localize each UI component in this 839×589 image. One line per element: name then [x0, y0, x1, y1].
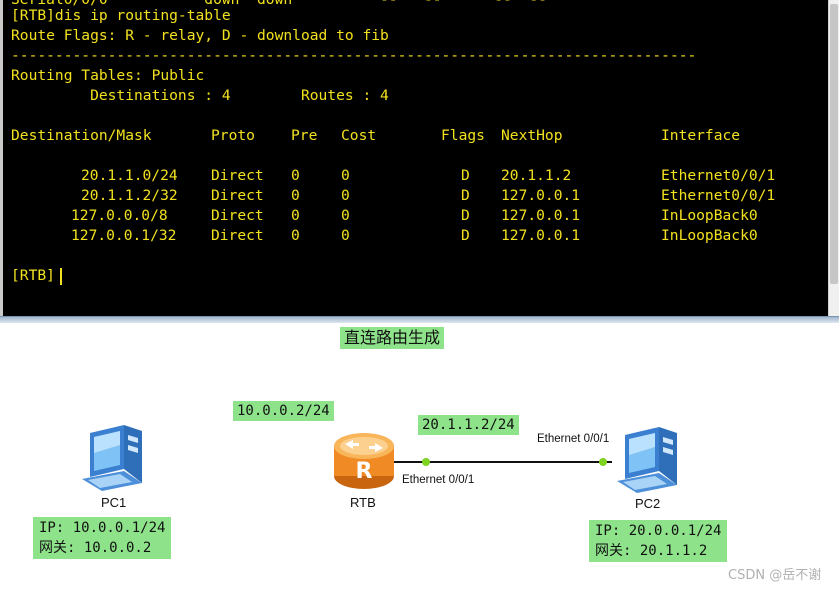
- route-row-flags: D: [461, 227, 470, 244]
- pc2-ip-text: IP: 20.0.0.1/24: [595, 523, 722, 539]
- scrollbar-thumb[interactable]: [830, 4, 838, 284]
- pc1-info-box: IP: 10.0.0.1/24 网关: 10.0.0.2: [33, 517, 172, 559]
- terminal-summary-line: Destinations : 4 Routes : 4: [11, 87, 389, 104]
- route-row-nexthop: 127.0.0.1: [501, 207, 581, 224]
- route-row-proto: Direct: [211, 187, 264, 204]
- header-nexthop: NextHop: [501, 127, 563, 144]
- terminal-scrollbar[interactable]: [828, 0, 839, 316]
- header-destination: Destination/Mask: [11, 127, 152, 144]
- rtb-port-label: Ethernet 0/0/1: [402, 474, 475, 486]
- route-row-cost: 0: [341, 167, 350, 184]
- pc2-computer-icon[interactable]: [615, 427, 687, 495]
- header-interface: Interface: [661, 127, 741, 144]
- terminal-command-line: [RTB]dis ip routing-table: [11, 7, 231, 24]
- router-icon[interactable]: R: [331, 428, 397, 492]
- pc2-info-box: IP: 20.0.0.1/24 网关: 20.1.1.2: [589, 520, 728, 562]
- route-row-proto: Direct: [211, 207, 264, 224]
- route-row-cost: 0: [341, 227, 350, 244]
- route-row-dest: 127.0.0.0/8: [71, 207, 168, 224]
- pc1-computer-icon[interactable]: [80, 425, 152, 493]
- pc1-label: PC1: [101, 495, 127, 510]
- route-row-proto: Direct: [211, 227, 264, 244]
- route-row-flags: D: [461, 187, 470, 204]
- route-row-dest: 20.1.1.0/24: [81, 167, 178, 184]
- pc2-gateway-text: 网关: 20.1.1.2: [595, 543, 708, 559]
- route-row-cost: 0: [341, 207, 350, 224]
- route-row-flags: D: [461, 167, 470, 184]
- route-row-cost: 0: [341, 187, 350, 204]
- pc1-gateway-text: 网关: 10.0.0.2: [39, 540, 152, 556]
- header-cost: Cost: [341, 127, 377, 144]
- network-link[interactable]: [390, 452, 620, 472]
- route-row-nexthop: 127.0.0.1: [501, 227, 581, 244]
- link-port-dot: [599, 458, 607, 466]
- terminal-flags-line: Route Flags: R - relay, D - download to …: [11, 27, 389, 44]
- route-row-nexthop: 127.0.0.1: [501, 187, 581, 204]
- rtb-label: RTB: [350, 495, 376, 510]
- route-row-dest: 127.0.0.1/32: [71, 227, 177, 244]
- route-row-pre: 0: [291, 207, 300, 224]
- rtb-right-ip-label: 20.1.1.2/24: [418, 415, 519, 435]
- header-pre: Pre: [291, 127, 318, 144]
- svg-text:R: R: [356, 459, 373, 484]
- header-flags: Flags: [441, 127, 485, 144]
- terminal-prompt[interactable]: [RTB]: [11, 266, 55, 286]
- pc2-port-label: Ethernet 0/0/1: [537, 433, 610, 445]
- terminal-separator: ----------------------------------------…: [11, 47, 697, 64]
- pc2-label: PC2: [635, 496, 661, 511]
- diagram-caption: 直连路由生成: [340, 327, 445, 349]
- text-cursor: [60, 268, 62, 285]
- route-row-nexthop: 20.1.1.2: [501, 167, 572, 184]
- route-row-interface: Ethernet0/0/1: [661, 167, 776, 184]
- watermark: CSDN @岳不谢: [728, 568, 822, 583]
- terminal-bottom-border: [0, 316, 839, 323]
- route-row-pre: 0: [291, 227, 300, 244]
- route-row-dest: 20.1.1.2/32: [81, 187, 178, 204]
- link-port-dot: [422, 458, 430, 466]
- route-row-interface: Ethernet0/0/1: [661, 187, 776, 204]
- route-row-flags: D: [461, 207, 470, 224]
- route-row-proto: Direct: [211, 167, 264, 184]
- header-proto: Proto: [211, 127, 255, 144]
- route-row-pre: 0: [291, 187, 300, 204]
- route-row-pre: 0: [291, 167, 300, 184]
- route-row-interface: InLoopBack0: [661, 227, 758, 244]
- terminal-tables-line: Routing Tables: Public: [11, 67, 205, 84]
- pc1-ip-text: IP: 10.0.0.1/24: [39, 520, 166, 536]
- terminal-window[interactable]: Serial0/0/0 down down -- -- -- -- [RTB]d…: [0, 0, 828, 316]
- rtb-left-ip-label: 10.0.0.2/24: [233, 401, 334, 421]
- route-row-interface: InLoopBack0: [661, 207, 758, 224]
